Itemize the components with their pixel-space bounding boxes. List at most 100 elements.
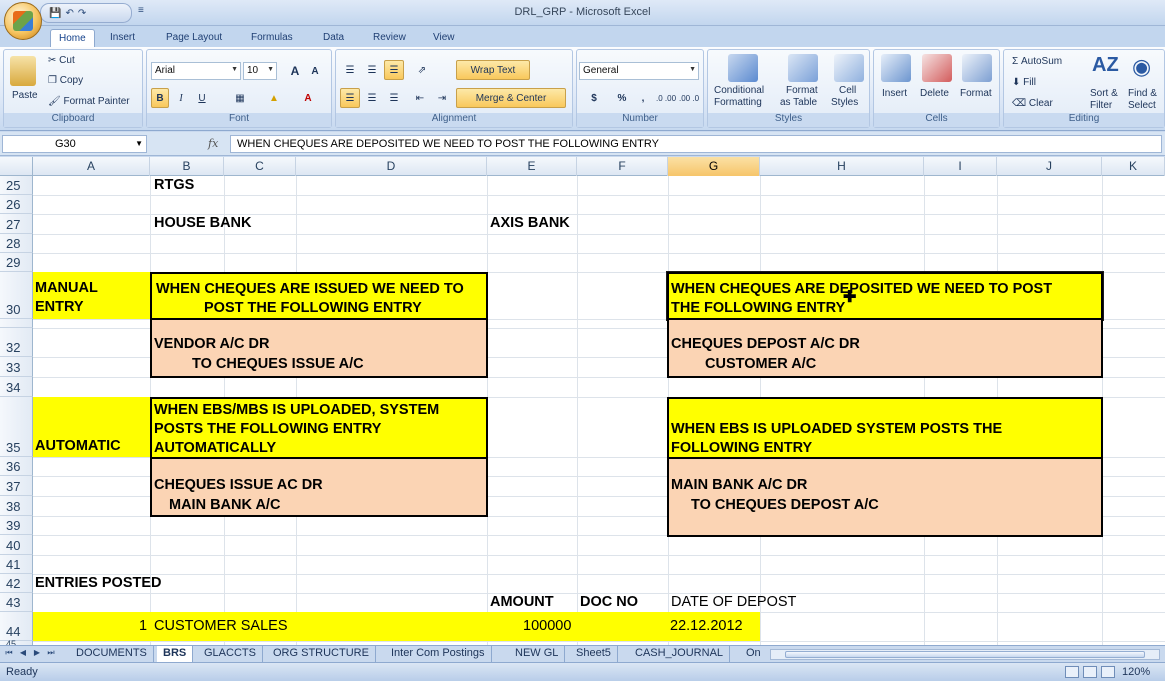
font-size-select[interactable]: 10 ▼ [243, 62, 277, 80]
align-top-icon[interactable]: ☰ [340, 60, 360, 80]
tab-data[interactable]: Data [315, 29, 352, 47]
zoom-level[interactable]: 120% [1122, 666, 1150, 678]
paste-icon[interactable] [10, 56, 36, 86]
manual-issue-header-box[interactable]: WHEN CHEQUES ARE ISSUED WE NEED TO POST … [150, 272, 488, 320]
column-header-g[interactable]: G [668, 157, 760, 176]
sheet-tab-inter-com-postings[interactable]: Inter Com Postings [385, 646, 492, 662]
column-header-c[interactable]: C [224, 157, 296, 176]
row-header-44[interactable]: 44 [0, 612, 33, 641]
percent-button[interactable]: % [613, 88, 631, 108]
normal-view-icon[interactable] [1065, 666, 1079, 678]
cell-a42[interactable]: ENTRIES POSTED [35, 574, 162, 593]
underline-button[interactable]: U [193, 88, 211, 108]
posted-entry-row[interactable]: 1 CUSTOMER SALES 100000 22.12.2012 [33, 612, 760, 641]
row-header-39[interactable]: 39 [0, 516, 33, 535]
cell-styles-label-2[interactable]: Styles [831, 97, 858, 108]
insert-cells-icon[interactable] [881, 54, 911, 82]
find-select-label-2[interactable]: Select [1128, 100, 1156, 111]
decrease-indent-icon[interactable]: ⇤ [410, 88, 430, 108]
row-header-30[interactable]: 30 [0, 272, 33, 319]
formula-input[interactable]: WHEN CHEQUES ARE DEPOSITED WE NEED TO PO… [230, 135, 1162, 153]
comma-button[interactable]: , [635, 88, 651, 108]
conditional-formatting-label[interactable]: Conditional [714, 85, 764, 96]
tab-home[interactable]: Home [50, 29, 95, 47]
italic-button[interactable]: I [172, 88, 190, 108]
autosum-button[interactable]: Σ AutoSum [1012, 56, 1062, 67]
sort-filter-label[interactable]: Sort & [1090, 88, 1118, 99]
column-header-e[interactable]: E [487, 157, 577, 176]
scrollbar-thumb[interactable] [785, 651, 1145, 658]
next-sheet-icon[interactable]: ▶ [31, 648, 43, 660]
format-painter-button[interactable]: 🖌 Format Painter [48, 96, 130, 107]
currency-button[interactable]: $ [581, 88, 607, 108]
manual-deposit-entry-box[interactable]: CHEQUES DEPOST A/C DR CUSTOMER A/C [667, 318, 1103, 378]
fill-button[interactable]: ⬇ Fill [1012, 77, 1036, 88]
row-header-26[interactable]: 26 [0, 195, 33, 214]
font-color-icon[interactable]: A [297, 88, 319, 108]
tab-formulas[interactable]: Formulas [243, 29, 301, 47]
fill-color-icon[interactable]: ▲ [263, 88, 285, 108]
increase-decimal-button[interactable]: .0 .00 [655, 88, 677, 108]
row-header-33[interactable]: 33 [0, 357, 33, 377]
row-header-34[interactable]: 34 [0, 377, 33, 397]
column-header-a[interactable]: A [33, 157, 150, 176]
row-header-38[interactable]: 38 [0, 496, 33, 516]
find-select-label[interactable]: Find & [1128, 88, 1157, 99]
sheet-tab-cash-journal[interactable]: CASH_JOURNAL [629, 646, 731, 662]
cell-e27[interactable]: AXIS BANK [490, 214, 570, 233]
borders-icon[interactable]: ▦ [229, 88, 251, 108]
binoculars-icon[interactable]: ◉ [1132, 54, 1151, 80]
number-format-select[interactable]: General ▼ [579, 62, 699, 80]
format-cells-icon[interactable] [962, 54, 992, 82]
row-header-31[interactable]: 31 [0, 319, 33, 328]
column-header-f[interactable]: F [577, 157, 668, 176]
align-center-icon[interactable]: ☰ [362, 88, 382, 108]
conditional-formatting-icon[interactable] [728, 54, 758, 82]
column-header-i[interactable]: I [924, 157, 997, 176]
column-header-j[interactable]: J [997, 157, 1102, 176]
sheet-tab-brs[interactable]: BRS [157, 646, 194, 662]
row-header-27[interactable]: 27 [0, 214, 33, 234]
tab-view[interactable]: View [425, 29, 463, 47]
column-header-d[interactable]: D [296, 157, 487, 176]
manual-entry-cell[interactable]: MANUAL ENTRY [33, 272, 150, 319]
row-header-28[interactable]: 28 [0, 234, 33, 253]
select-all-corner[interactable] [0, 157, 33, 176]
cell-e43[interactable]: AMOUNT [490, 593, 554, 612]
sort-filter-icon[interactable]: AZ [1092, 54, 1119, 77]
prev-sheet-icon[interactable]: ◀ [17, 648, 29, 660]
cell-b27[interactable]: HOUSE BANK [154, 214, 251, 233]
cell-f43[interactable]: DOC NO [580, 593, 638, 612]
copy-button[interactable]: ❐ Copy [48, 75, 83, 86]
auto-issue-header-box[interactable]: WHEN EBS/MBS IS UPLOADED, SYSTEM POSTS T… [150, 397, 488, 459]
sheet-tab-org-structure[interactable]: ORG STRUCTURE [267, 646, 376, 662]
column-header-b[interactable]: B [150, 157, 224, 176]
grow-font-button[interactable]: A [285, 61, 305, 81]
cut-button[interactable]: ✂ Cut [48, 55, 75, 66]
insert-function-button[interactable]: fx [208, 137, 218, 150]
insert-cells-label[interactable]: Insert [882, 88, 907, 99]
row-header-29[interactable]: 29 [0, 253, 33, 272]
first-sheet-icon[interactable]: ⏮ [3, 648, 15, 660]
decrease-decimal-button[interactable]: .00 .0 [678, 88, 700, 108]
row-header-32[interactable]: 32 [0, 328, 33, 357]
align-middle-icon[interactable]: ☰ [362, 60, 382, 80]
worksheet-grid[interactable]: A B C D E F G H I J K 25 26 27 28 29 30 … [0, 157, 1165, 645]
align-left-icon[interactable]: ☰ [340, 88, 360, 108]
sheet-tab-documents[interactable]: DOCUMENTS [70, 646, 154, 662]
align-right-icon[interactable]: ☰ [384, 88, 404, 108]
column-header-k[interactable]: K [1102, 157, 1165, 176]
column-header-h[interactable]: H [760, 157, 924, 176]
format-as-table-label[interactable]: Format [786, 85, 818, 96]
row-header-42[interactable]: 42 [0, 574, 33, 593]
tab-review[interactable]: Review [365, 29, 414, 47]
format-cells-label[interactable]: Format [960, 88, 992, 99]
page-break-view-icon[interactable] [1101, 666, 1115, 678]
row-header-36[interactable]: 36 [0, 457, 33, 476]
sheet-tab-glaccts[interactable]: GLACCTS [198, 646, 263, 662]
manual-deposit-header-box[interactable]: WHEN CHEQUES ARE DEPOSITED WE NEED TO PO… [666, 271, 1104, 321]
cell-b25[interactable]: RTGS [154, 176, 194, 195]
delete-cells-label[interactable]: Delete [920, 88, 949, 99]
shrink-font-button[interactable]: A [306, 61, 324, 81]
row-header-35[interactable]: 35 [0, 397, 33, 457]
